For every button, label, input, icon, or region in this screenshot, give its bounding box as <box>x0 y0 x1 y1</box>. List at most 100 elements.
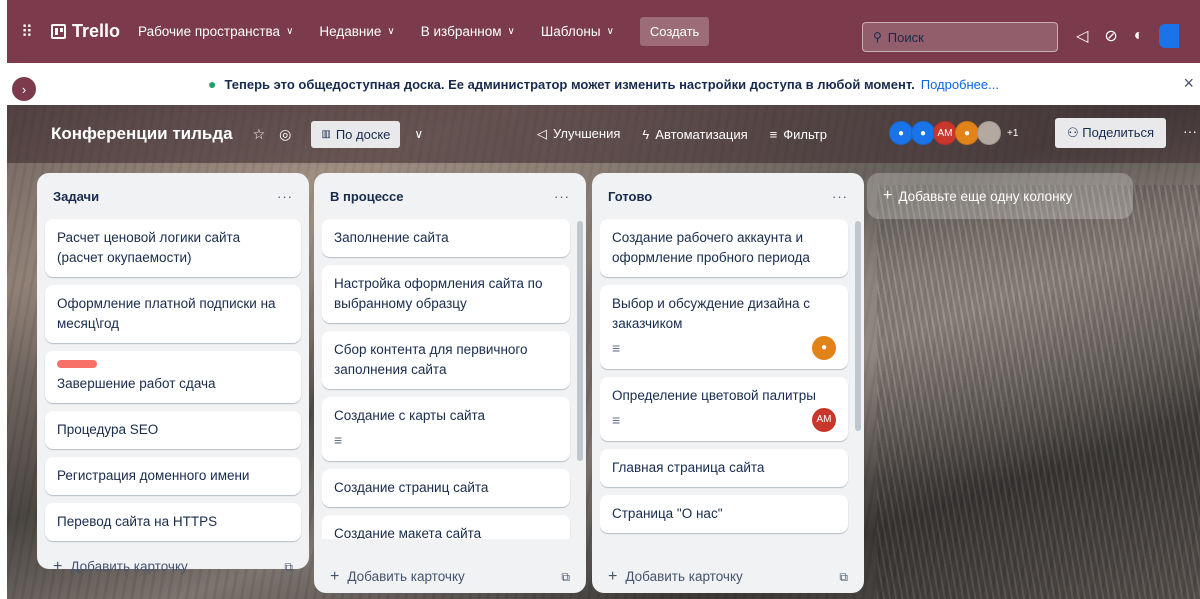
apps-grid-icon[interactable]: ⠿ <box>21 22 41 42</box>
megaphone-icon[interactable]: ◁ <box>1076 26 1088 46</box>
public-board-banner: ● Теперь это общедоступная доска. Ее адм… <box>7 63 1200 105</box>
card[interactable]: Выбор и обсуждение дизайна с заказчиком … <box>600 285 848 369</box>
avatar[interactable]: ● <box>889 121 913 145</box>
plus-icon: + <box>608 568 618 585</box>
search-placeholder: Поиск <box>887 29 924 45</box>
list-header[interactable]: Готово ··· <box>600 173 856 219</box>
chevron-down-icon[interactable]: ∨ <box>414 127 423 141</box>
list-cards: Создание рабочего аккаунта и оформление … <box>600 219 856 539</box>
list-title[interactable]: Задачи <box>53 189 99 204</box>
account-avatar[interactable] <box>1159 24 1180 48</box>
help-icon[interactable]: ⊘ <box>1104 26 1117 46</box>
card[interactable]: Завершение работ сдача <box>45 351 301 403</box>
card[interactable]: Расчет ценовой логики сайта (расчет окуп… <box>45 219 301 277</box>
search-icon: ⚲ <box>873 30 882 44</box>
description-icon: ≡ <box>612 412 621 428</box>
create-button[interactable]: Создать <box>639 17 710 46</box>
globe-icon: ● <box>208 76 217 92</box>
card[interactable]: Регистрация доменного имени <box>45 457 301 495</box>
template-icon[interactable]: ⧉ <box>284 560 293 575</box>
card[interactable]: Перевод сайта на HTTPS <box>45 503 301 541</box>
list-scrollbar[interactable] <box>855 221 861 431</box>
sidebar-toggle-button[interactable]: › <box>12 77 36 101</box>
more-icon[interactable]: ··· <box>832 189 848 204</box>
list-header[interactable]: В процессе ··· <box>322 173 578 219</box>
avatar[interactable]: АМ <box>933 121 957 145</box>
add-card-button[interactable]: + Добавить карточку ⧉ <box>45 549 301 585</box>
chevron-down-icon: ∨ <box>606 26 614 37</box>
share-button[interactable]: ⚇ Поделиться <box>1055 118 1167 148</box>
card[interactable]: Оформление платной подписки на месяц\год <box>45 285 301 343</box>
more-icon[interactable]: ··· <box>277 189 293 204</box>
card[interactable]: Сбор контента для первичного заполнения … <box>322 331 570 389</box>
card-label-red[interactable] <box>57 360 97 368</box>
board-view-button[interactable]: ▥ По доске <box>311 120 401 148</box>
automation-button[interactable]: ϟ Автоматизация <box>642 127 747 142</box>
list-title[interactable]: В процессе <box>330 189 403 204</box>
card-meta: ≡ ● <box>612 336 836 360</box>
plus-icon: + <box>53 558 63 575</box>
list-tasks: Задачи ··· Расчет ценовой логики сайта (… <box>37 173 309 575</box>
globe-icon[interactable]: ◎ <box>279 126 291 143</box>
card[interactable]: Создание страниц сайта <box>322 469 570 507</box>
template-icon[interactable]: ⧉ <box>839 570 848 585</box>
card[interactable]: Создание рабочего аккаунта и оформление … <box>600 219 848 277</box>
banner-more-link[interactable]: Подробнее... <box>921 77 999 92</box>
bolt-icon: ϟ <box>642 126 650 142</box>
board-menu-icon[interactable]: ··· <box>1183 123 1197 139</box>
nav-recent[interactable]: Недавние ∨ <box>319 24 394 39</box>
description-icon: ≡ <box>334 432 343 448</box>
star-icon[interactable]: ☆ <box>253 126 266 143</box>
card[interactable]: Главная страница сайта <box>600 449 848 487</box>
card[interactable]: Определение цветовой палитры ≡ АМ <box>600 377 848 441</box>
more-icon[interactable]: ··· <box>554 189 570 204</box>
card[interactable]: Страница "О нас" <box>600 495 848 533</box>
nav-templates[interactable]: Шаблоны ∨ <box>541 24 614 39</box>
add-card-button[interactable]: + Добавить карточку ⧉ <box>322 559 578 595</box>
chevron-down-icon: ∨ <box>507 26 515 37</box>
card-meta: ≡ АМ <box>612 408 836 432</box>
avatar[interactable]: АМ <box>812 408 836 432</box>
card[interactable]: Создание макета сайта <box>322 515 570 539</box>
logo-text: Trello <box>72 21 121 41</box>
banner-text: Теперь это общедоступная доска. Ее админ… <box>224 76 915 92</box>
template-icon[interactable]: ⧉ <box>561 570 570 585</box>
list-title[interactable]: Готово <box>608 189 652 204</box>
card[interactable]: Настройка оформления сайта по выбранному… <box>322 265 570 323</box>
board-header-actions: ◁ Улучшения ϟ Автоматизация ≡ Фильтр <box>537 105 827 163</box>
list-done: Готово ··· Создание рабочего аккаунта и … <box>592 173 864 593</box>
chevron-down-icon: ∨ <box>387 26 395 37</box>
search-input[interactable]: ⚲ Поиск <box>862 22 1058 52</box>
list-scrollbar[interactable] <box>577 221 583 461</box>
board-members[interactable]: ● ● АМ ● +1 <box>889 121 1018 145</box>
card[interactable]: Заполнение сайта <box>322 219 570 257</box>
rocket-icon: ◁ <box>537 126 547 141</box>
list-header[interactable]: Задачи ··· <box>45 173 301 219</box>
filter-button[interactable]: ≡ Фильтр <box>770 127 827 142</box>
close-icon[interactable]: × <box>1183 73 1194 94</box>
top-icons: ◁ ⊘ ◐ <box>1076 24 1180 48</box>
filter-icon: ≡ <box>769 126 778 142</box>
nav-workspaces[interactable]: Рабочие пространства ∨ <box>138 24 293 39</box>
board-title[interactable]: Конференции тильда <box>51 124 233 144</box>
add-column-button[interactable]: + Добавьте еще одну колонку <box>867 173 1133 219</box>
avatar[interactable]: ● <box>911 121 935 145</box>
plus-icon: + <box>330 568 340 585</box>
list-in-progress: В процессе ··· Заполнение сайта Настройк… <box>314 173 586 593</box>
trello-logo[interactable]: Trello <box>51 21 120 42</box>
avatar[interactable] <box>977 121 1001 145</box>
plus-icon: + <box>883 187 893 204</box>
board-canvas: Конференции тильда ☆ ◎ ▥ По доске ∨ ◁ Улу… <box>7 105 1200 599</box>
avatar[interactable]: ● <box>812 336 836 360</box>
members-more[interactable]: +1 <box>1007 128 1018 139</box>
card-meta: ≡ <box>334 428 558 452</box>
theme-icon[interactable]: ◐ <box>1134 27 1144 45</box>
nav-starred[interactable]: В избранном ∨ <box>421 24 515 39</box>
improvements-button[interactable]: ◁ Улучшения <box>537 126 620 142</box>
avatar[interactable]: ● <box>955 121 979 145</box>
card[interactable]: Создание с карты сайта ≡ <box>322 397 570 461</box>
add-card-button[interactable]: + Добавить карточку ⧉ <box>600 559 856 595</box>
share-icon: ⚇ <box>1067 125 1083 140</box>
card[interactable]: Процедура SEO <box>45 411 301 449</box>
list-cards: Заполнение сайта Настройка оформления са… <box>322 219 578 539</box>
